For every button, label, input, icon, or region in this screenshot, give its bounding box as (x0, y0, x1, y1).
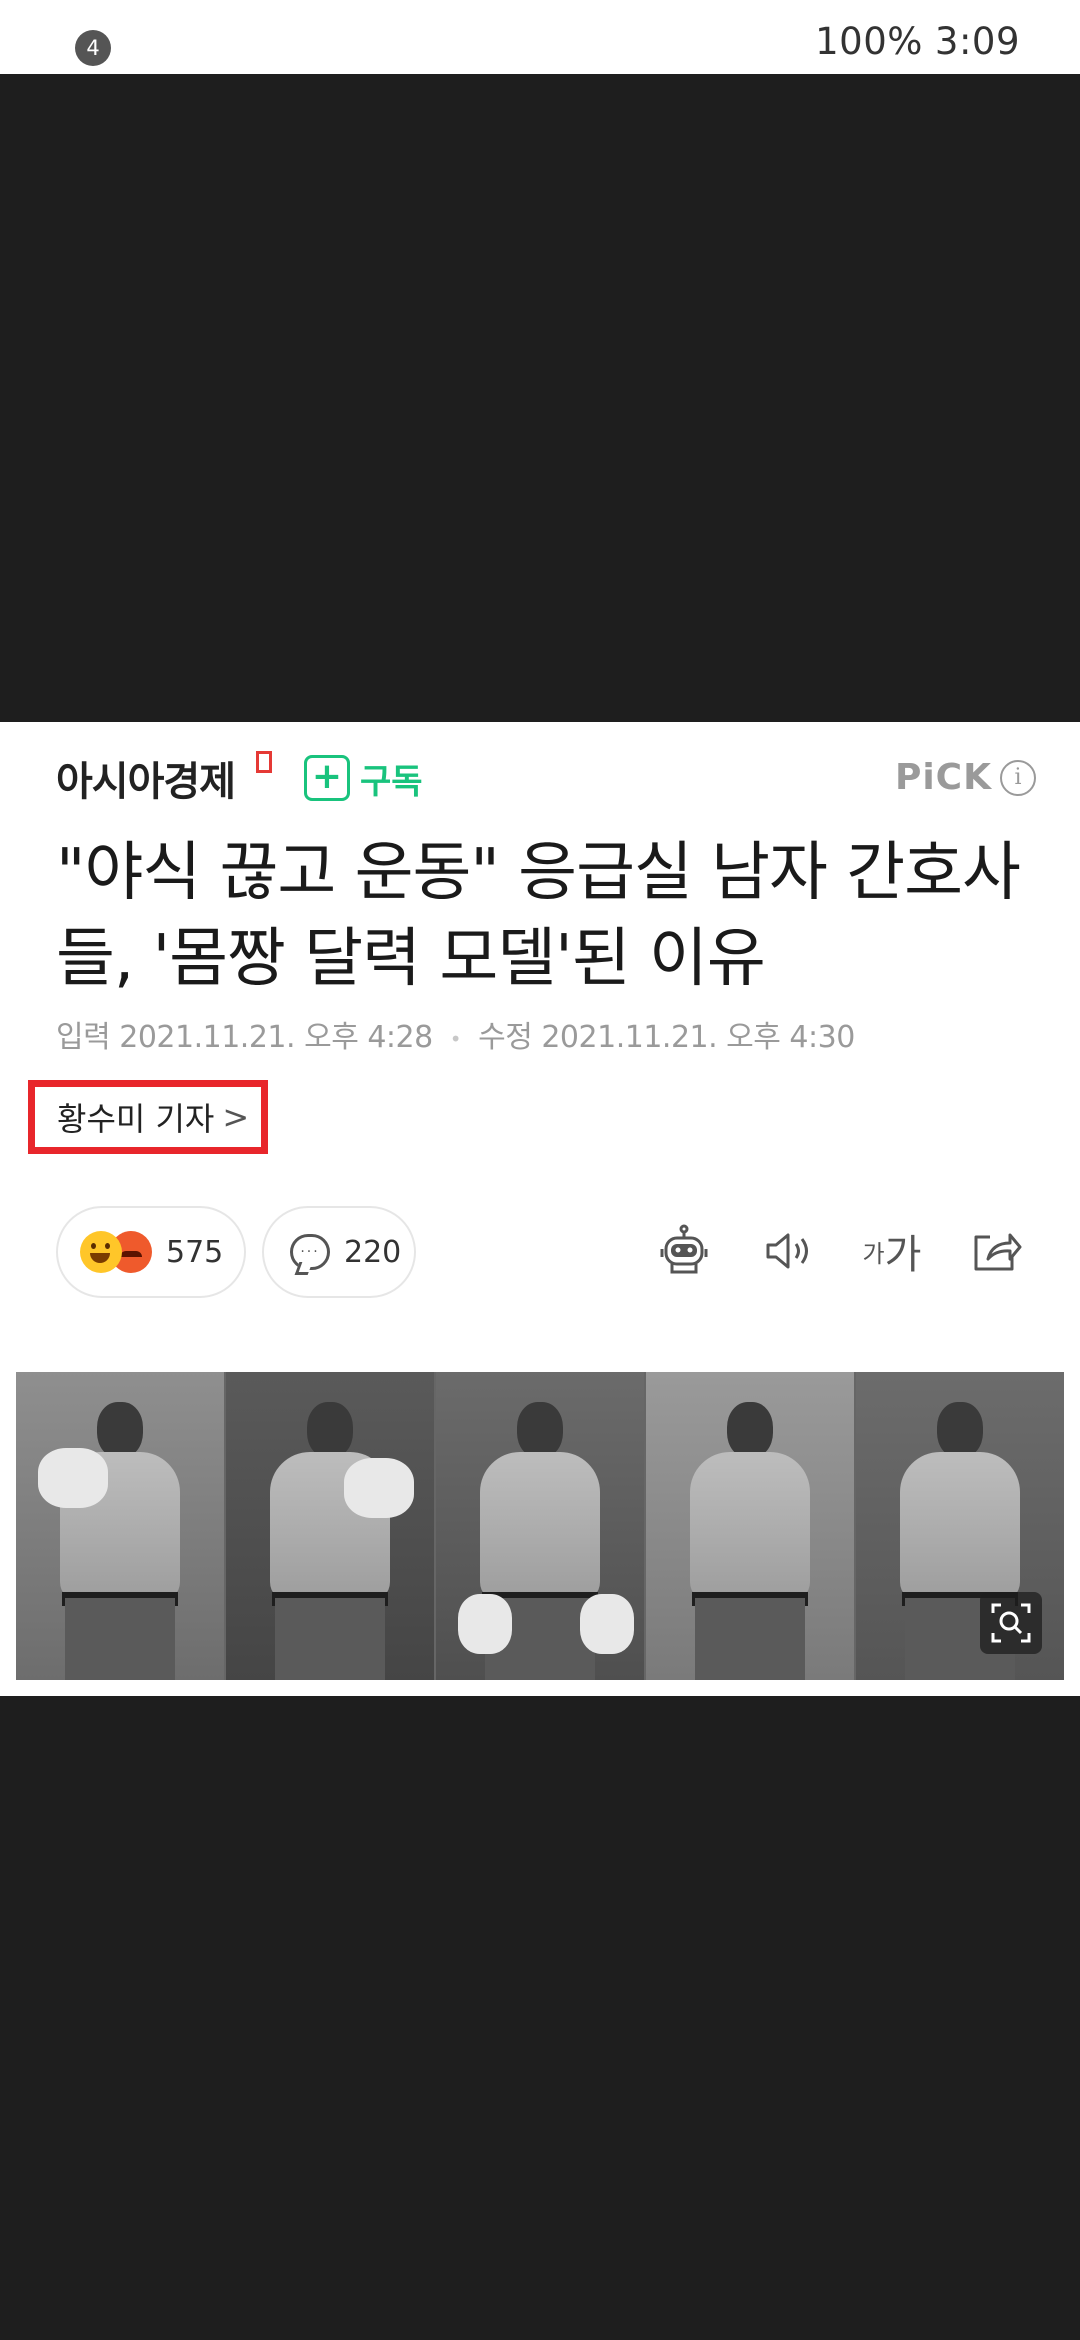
speaker-button[interactable] (753, 1216, 823, 1286)
share-icon (974, 1233, 1022, 1271)
photo-panel (16, 1372, 226, 1680)
input-datetime: 2021.11.21. 오후 4:28 (119, 1020, 433, 1055)
reporter-name: 황수미 기자 (57, 1100, 215, 1138)
date-separator: • (449, 1026, 462, 1051)
article-dates: 입력 2021.11.21. 오후 4:28 • 수정 2021.11.21. … (56, 1012, 855, 1056)
subscribe-label: 구독 (360, 761, 423, 802)
photo-panel (436, 1372, 646, 1680)
info-icon[interactable]: i (1000, 759, 1036, 796)
pick-badge[interactable]: PiCK i (895, 757, 1036, 798)
clock: 3:09 (934, 20, 1020, 63)
headline-line-2: 들, '몸짱 달력 모델'된 이유 (56, 922, 766, 996)
zoom-search-icon (991, 1603, 1031, 1643)
headline-line-1: "야식 끊고 운동" 응급실 남자 간호사 (56, 836, 1021, 910)
reporter-link[interactable]: 황수미 기자 > (35, 1087, 261, 1147)
font-size-large-glyph: 가 (884, 1232, 922, 1278)
status-bar: 4 100% 3:09 (0, 0, 1080, 74)
publisher-flag-icon (256, 751, 272, 773)
article-headline: "야식 끊고 운동" 응급실 남자 간호사 들, '몸짱 달력 모델'된 이유 (56, 830, 1046, 1002)
chevron-right-icon: > (222, 1098, 250, 1136)
publisher-name[interactable]: 아시아경제 (56, 749, 236, 807)
article-photo[interactable] (16, 1372, 1064, 1680)
smile-emoji-icon (80, 1231, 122, 1273)
share-button[interactable] (961, 1216, 1031, 1286)
input-label: 입력 (56, 1020, 111, 1055)
status-right: 100% 3:09 (803, 20, 1020, 63)
modified-label: 수정 (478, 1020, 533, 1055)
photo-panel (226, 1372, 436, 1680)
publisher-row: 아시아경제 + 구독 PiCK i (56, 749, 1036, 809)
comment-icon: ··· (290, 1234, 330, 1270)
comment-button[interactable]: ··· 220 (262, 1206, 416, 1298)
notification-badge: 4 (75, 30, 111, 66)
photo-panel (856, 1372, 1064, 1680)
action-bar: 575 ··· 220 가 가 (56, 1206, 1031, 1298)
comment-count: 220 (344, 1234, 402, 1270)
pick-label: PiCK (894, 757, 992, 798)
photo-panel (646, 1372, 856, 1680)
subscribe-plus-icon: + (304, 755, 350, 801)
article-card: 아시아경제 + 구독 PiCK i "야식 끊고 운동" 응급실 남자 간호사 … (0, 722, 1080, 1696)
font-size-button[interactable]: 가가 (857, 1216, 927, 1286)
modified-datetime: 2021.11.21. 오후 4:30 (541, 1020, 855, 1055)
reaction-button[interactable]: 575 (56, 1206, 246, 1298)
battery-level: 100% (815, 20, 923, 63)
font-size-small-glyph: 가 (862, 1239, 885, 1268)
summary-bot-icon (660, 1224, 708, 1274)
reaction-count: 575 (166, 1234, 224, 1270)
speaker-icon (766, 1233, 808, 1269)
zoom-button[interactable] (980, 1592, 1042, 1654)
reporter-highlight-box: 황수미 기자 > (28, 1080, 268, 1154)
subscribe-button[interactable]: + 구독 (304, 753, 423, 803)
summary-bot-button[interactable] (649, 1216, 719, 1286)
article-tools: 가가 (615, 1216, 1031, 1286)
